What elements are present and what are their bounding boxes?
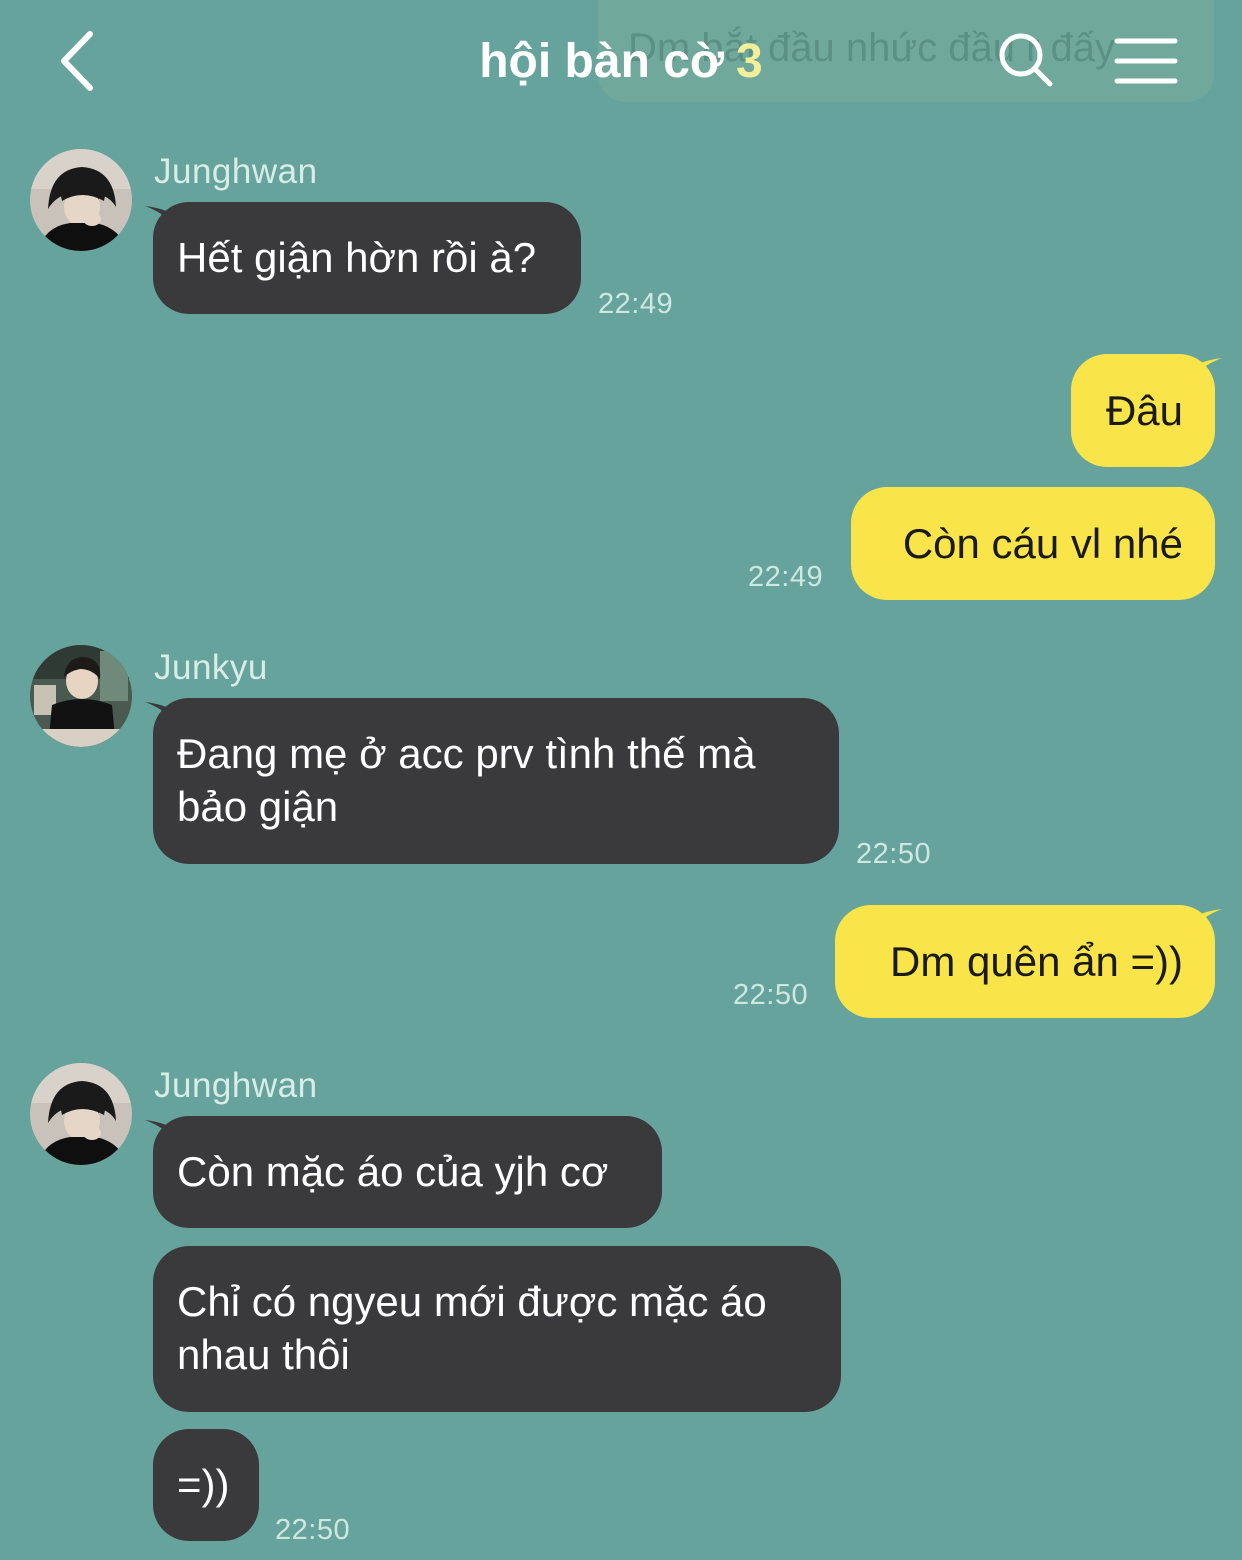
message-bubble[interactable]: Đâu [1071,354,1215,467]
message-bubble[interactable]: =)) [153,1429,259,1541]
message-text-line-2: bảo giận [177,783,339,830]
sender-name: Junghwan [154,152,318,191]
member-count: 3 [736,35,763,88]
message-timestamp: 22:49 [748,561,824,593]
message-text: Còn cáu vl nhé [902,520,1183,567]
message-bubble[interactable]: Còn cáu vl nhé [851,487,1215,600]
sender-name: Junkyu [154,648,268,687]
message-bubble[interactable]: Còn mặc áo của yjh cơ [153,1116,662,1228]
avatar-junghwan[interactable] [30,1063,132,1165]
message-text: =)) [177,1461,230,1508]
message-text: Đâu [1105,387,1183,434]
message-timestamp: 22:50 [733,979,809,1011]
message-text: Còn mặc áo của yjh cơ [177,1148,609,1195]
search-button[interactable] [996,30,1056,90]
menu-button[interactable] [1114,36,1178,86]
avatar-photo [30,645,132,747]
hamburger-menu-icon [1114,38,1178,84]
message-text-line-1: Đang mẹ ở acc prv tình thế mà [177,730,756,777]
search-icon [999,33,1053,87]
message-text-line-1: Chỉ có ngyeu mới được mặc áo [177,1278,767,1325]
avatar-junkyu[interactable] [30,645,132,747]
message-timestamp: 22:50 [856,838,932,870]
message-timestamp: 22:50 [275,1514,351,1546]
message-text: Dm quên ẩn =)) [890,938,1183,985]
message-timestamp: 22:49 [598,288,674,320]
message-text-line-2: nhau thôi [177,1331,350,1378]
sender-name: Junghwan [154,1066,318,1105]
avatar-junghwan[interactable] [30,149,132,251]
message-bubble[interactable]: Đang mẹ ở acc prv tình thế mà bảo giận [153,698,839,864]
message-text: Hết giận hờn rồi à? [177,234,537,281]
group-name: hội bàn cờ [479,35,725,88]
message-bubble[interactable]: Dm quên ẩn =)) [835,905,1215,1018]
message-bubble[interactable]: Chỉ có ngyeu mới được mặc áo nhau thôi [153,1246,841,1412]
chat-header: Dm bắt đầu nhức đầu r đấy hội bàn cờ 3 [0,0,1242,125]
avatar-photo [30,149,132,251]
avatar-photo [30,1063,132,1165]
message-bubble[interactable]: Hết giận hờn rồi à? [153,202,581,314]
